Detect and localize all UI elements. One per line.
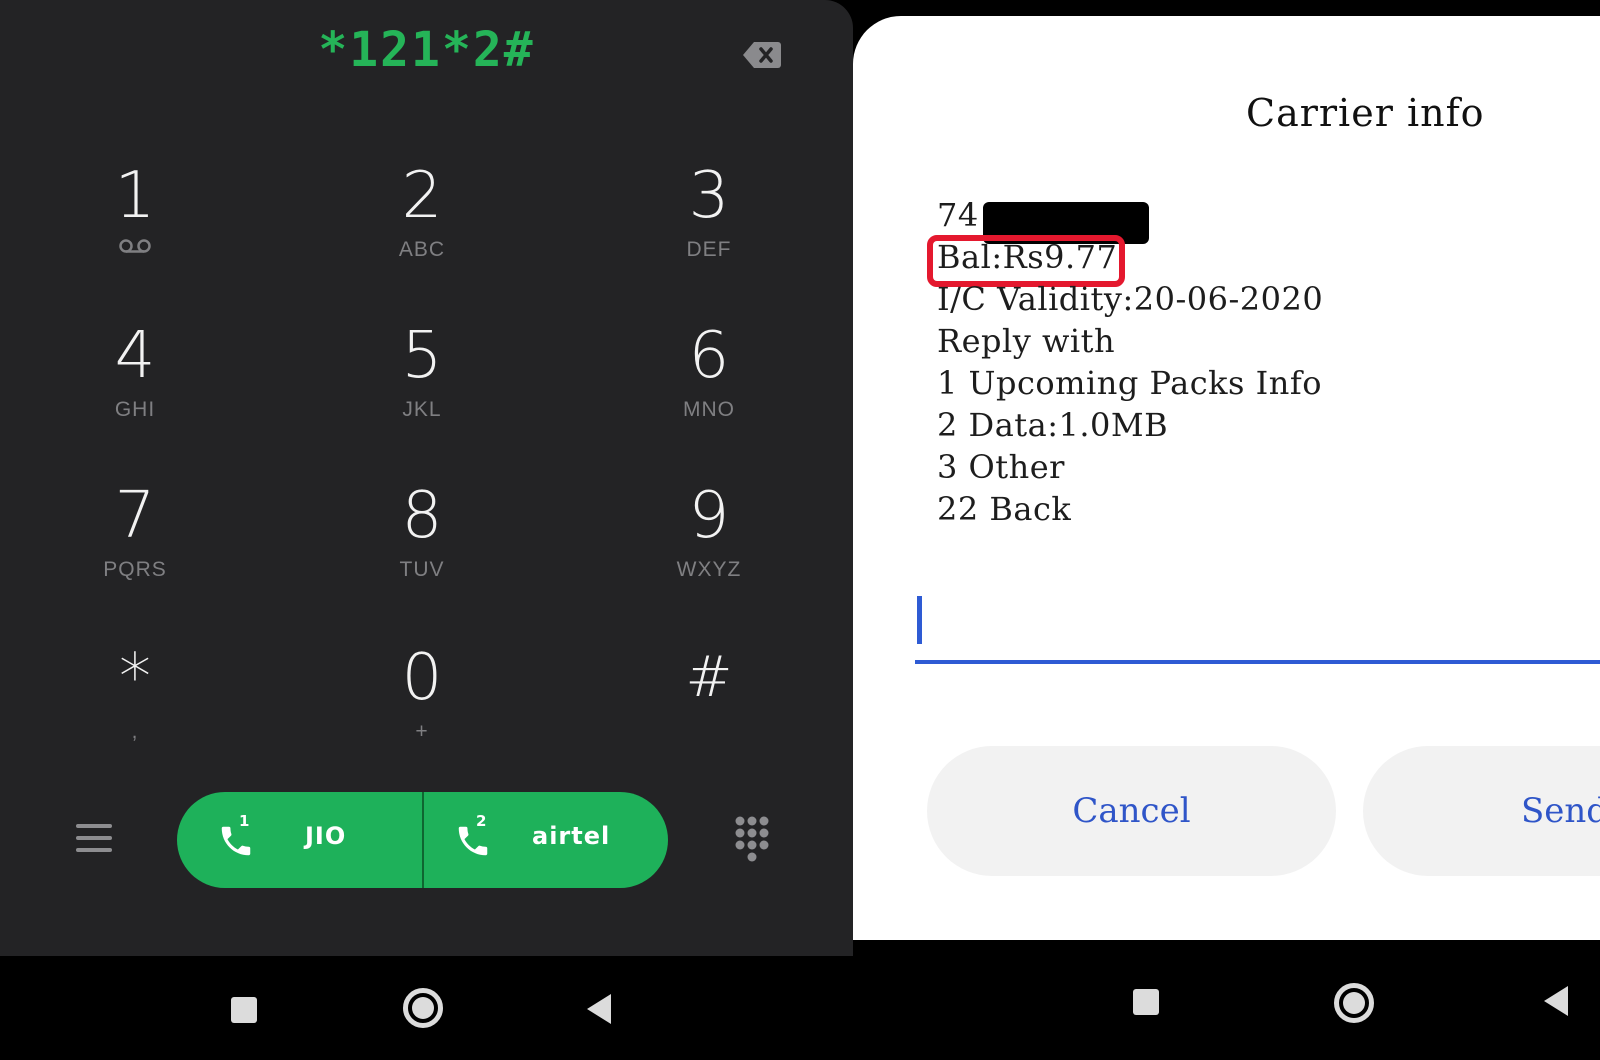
voicemail-icon: [119, 239, 151, 253]
recents-icon[interactable]: [231, 997, 257, 1023]
key-9[interactable]: 9 WXYZ: [609, 480, 809, 620]
msg-line: 74: [937, 194, 1323, 244]
key-4[interactable]: 4 GHI: [35, 320, 235, 460]
menu-icon[interactable]: [76, 822, 112, 854]
sim-carrier-label: airtel: [532, 822, 611, 850]
dialog-title: Carrier info: [1246, 91, 1485, 135]
text-cursor: [917, 596, 922, 644]
key-hash[interactable]: #: [609, 642, 809, 782]
key-letters: JKL: [402, 398, 442, 421]
key-letters: DEF: [686, 238, 732, 261]
key-digit: 5: [401, 319, 443, 393]
dialed-number-display[interactable]: *121*2#: [0, 22, 853, 78]
key-digit: *: [119, 641, 151, 715]
key-letters: ,: [131, 720, 139, 743]
msg-line: 2 Data:1.0MB: [937, 406, 1169, 444]
cancel-button[interactable]: Cancel: [927, 746, 1336, 876]
home-icon[interactable]: [1334, 983, 1374, 1023]
key-digit: 2: [401, 159, 443, 233]
key-digit: 7: [114, 479, 156, 553]
key-letters: MNO: [683, 398, 735, 421]
msg-line: Bal:Rs9.77: [927, 235, 1323, 287]
back-icon[interactable]: [587, 994, 611, 1024]
key-digit: 9: [688, 479, 730, 553]
back-icon[interactable]: [1544, 986, 1568, 1016]
key-letters: ABC: [398, 238, 446, 261]
send-button[interactable]: Send: [1363, 746, 1600, 876]
phone-number-partial: 74: [937, 196, 979, 234]
msg-line: 1 Upcoming Packs Info: [937, 364, 1322, 402]
carrier-info-dialog: Carrier info 74 Bal:Rs9.77 I/C Validity:…: [853, 16, 1600, 940]
ussd-message: 74 Bal:Rs9.77 I/C Validity:20-06-2020 Re…: [927, 194, 1324, 530]
key-0[interactable]: 0 +: [322, 642, 522, 782]
key-digit: 1: [114, 159, 156, 233]
key-digit: 6: [688, 319, 730, 393]
key-letters: +: [415, 720, 429, 743]
key-1[interactable]: 1: [35, 160, 235, 300]
key-letters: WXYZ: [676, 558, 742, 581]
key-star[interactable]: * ,: [35, 642, 235, 782]
key-digit: 8: [401, 479, 443, 553]
key-digit: 4: [114, 319, 156, 393]
backspace-icon[interactable]: [742, 40, 782, 70]
key-letters: PQRS: [103, 558, 167, 581]
dialer-panel: *121*2# 1 2 ABC 3 DEF 4 GHI 5 JKL 6 MNO …: [0, 0, 853, 956]
recents-icon[interactable]: [1133, 989, 1159, 1015]
msg-line: 22 Back: [937, 490, 1072, 528]
call-buttons: 1 JIO 2 airtel: [177, 792, 668, 888]
msg-line: Reply with: [937, 322, 1116, 360]
msg-line: I/C Validity:20-06-2020: [937, 280, 1324, 318]
reply-input[interactable]: [915, 588, 1600, 664]
sim-slot-number: 1: [239, 812, 250, 830]
key-6[interactable]: 6 MNO: [609, 320, 809, 460]
msg-line: 3 Other: [937, 448, 1065, 486]
key-2[interactable]: 2 ABC: [322, 160, 522, 300]
sim-carrier-label: JIO: [305, 822, 347, 850]
dialpad-icon[interactable]: [734, 815, 770, 863]
send-button-label: Send: [1521, 791, 1600, 831]
call-sim1-button[interactable]: 1 JIO: [177, 792, 422, 888]
key-digit: 3: [688, 159, 730, 233]
home-icon[interactable]: [403, 988, 443, 1028]
key-3[interactable]: 3 DEF: [609, 160, 809, 300]
key-digit: 0: [401, 641, 443, 715]
sim-slot-number: 2: [476, 812, 487, 830]
call-sim2-button[interactable]: 2 airtel: [424, 792, 668, 888]
key-8[interactable]: 8 TUV: [322, 480, 522, 620]
key-letters: GHI: [114, 398, 156, 421]
key-letters: TUV: [399, 558, 445, 581]
key-5[interactable]: 5 JKL: [322, 320, 522, 460]
key-digit: #: [685, 645, 733, 710]
key-7[interactable]: 7 PQRS: [35, 480, 235, 620]
